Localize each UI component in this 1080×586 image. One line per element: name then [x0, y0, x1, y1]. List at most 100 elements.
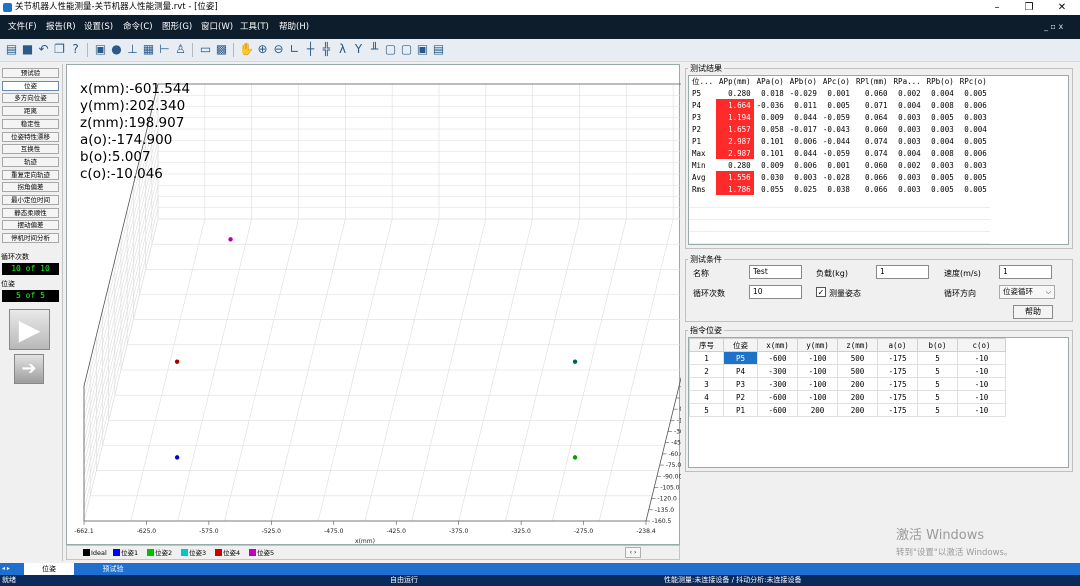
menu-graph[interactable]: 图形(G) — [162, 15, 192, 39]
commands-cell[interactable]: 200 — [837, 403, 878, 417]
toolbar-camera-icon[interactable]: ▣ — [93, 42, 108, 57]
commands-cell[interactable]: -175 — [877, 403, 918, 417]
toolbar-tool-icon[interactable]: ⊢ — [157, 42, 172, 57]
commands-row[interactable]: 5 P1 -600 200 200 -175 5 -10 — [689, 403, 1006, 417]
toolbar-new-icon[interactable]: ▤ — [4, 42, 19, 57]
commands-cell[interactable]: 5 — [917, 351, 958, 365]
toolbar-y-icon[interactable]: Y — [351, 42, 366, 57]
nav-button-11[interactable]: 静态柔顺性 — [2, 207, 59, 218]
toolbar-globe-icon[interactable]: ● — [109, 42, 124, 57]
legend-item[interactable]: 位姿5 — [249, 548, 274, 558]
nav-button-1[interactable]: 位姿 — [2, 80, 59, 91]
tab-pretest[interactable]: 预试验 — [88, 563, 138, 575]
menu-report[interactable]: 报告(R) — [46, 15, 76, 39]
commands-cell[interactable]: -100 — [797, 364, 838, 378]
commands-cell[interactable]: 200 — [797, 403, 838, 417]
results-table-container[interactable]: 位... APp(mm) APa(o) APb(o) APc(o) RPl(mm) RPa.… — [688, 75, 1069, 245]
legend-checkbox[interactable] — [181, 548, 188, 556]
toolbar-hand-icon[interactable]: ✋ — [239, 42, 254, 57]
legend-item[interactable]: 位姿4 — [215, 548, 240, 558]
commands-cell[interactable]: P2 — [723, 390, 758, 404]
nav-button-10[interactable]: 最小定位时间 — [2, 195, 59, 205]
legend-checkbox[interactable] — [215, 548, 222, 556]
menu-window[interactable]: 窗口(W) — [201, 15, 233, 39]
commands-cell[interactable]: -175 — [877, 351, 918, 365]
commands-cell[interactable]: -175 — [877, 390, 918, 404]
commands-cell[interactable]: 2 — [689, 364, 724, 378]
commands-cell[interactable]: -10 — [957, 364, 1006, 378]
commands-cell[interactable]: P5 — [723, 351, 758, 365]
tab-pose[interactable]: 位姿 — [24, 563, 74, 575]
commands-cell[interactable]: P3 — [723, 377, 758, 391]
commands-row[interactable]: 4 P2 -600 -100 200 -175 5 -10 — [689, 390, 1006, 404]
toolbar-list-icon[interactable]: ▤ — [431, 42, 446, 57]
nav-button-13[interactable]: 停机时间分析 — [2, 233, 59, 244]
help-button[interactable]: 帮助 — [1013, 305, 1053, 319]
menu-command[interactable]: 命令(C) — [123, 15, 153, 39]
measure-pose-checkbox[interactable]: ✓ — [816, 287, 826, 297]
commands-cell[interactable]: -175 — [877, 364, 918, 378]
toolbar-lambda-icon[interactable]: λ — [335, 42, 350, 57]
toolbar-bar-icon[interactable]: ╨ — [367, 42, 382, 57]
legend-item[interactable]: 位姿1 — [113, 548, 138, 558]
legend-item[interactable]: Ideal — [83, 548, 107, 558]
maximize-button[interactable]: ❐ — [1014, 0, 1044, 15]
commands-cell[interactable]: 3 — [689, 377, 724, 391]
commands-cell[interactable]: -10 — [957, 377, 1006, 391]
legend-scroll[interactable]: ‹ › — [625, 547, 641, 558]
commands-cell[interactable]: 4 — [689, 390, 724, 404]
load-input[interactable]: 1 — [876, 265, 929, 279]
cycles-input[interactable]: 10 — [749, 285, 802, 299]
toolbar-cross-icon[interactable]: ┼ — [303, 42, 318, 57]
toolbar-axis-icon[interactable]: ⊥ — [125, 42, 140, 57]
legend-checkbox[interactable] — [147, 548, 154, 556]
toolbar-image-icon[interactable]: ▭ — [198, 42, 213, 57]
legend-item[interactable]: 位姿3 — [181, 548, 206, 558]
mdi-window-controls[interactable]: _ ▫ x — [1044, 15, 1063, 39]
toolbar-chart-icon[interactable]: ▩ — [214, 42, 229, 57]
menu-settings[interactable]: 设置(S) — [84, 15, 113, 39]
legend-item[interactable]: 位姿2 — [147, 548, 172, 558]
nav-button-8[interactable]: 重复定向轨迹 — [2, 169, 59, 180]
commands-cell[interactable]: P1 — [723, 403, 758, 417]
commands-cell[interactable]: 5 — [917, 390, 958, 404]
play-button[interactable]: ▶ — [9, 309, 50, 350]
commands-cell[interactable]: -10 — [957, 351, 1006, 365]
speed-input[interactable]: 1 — [999, 265, 1052, 279]
commands-cell[interactable]: 200 — [837, 390, 878, 404]
commands-cell[interactable]: -10 — [957, 390, 1006, 404]
commands-row[interactable]: 1 P5 -600 -100 500 -175 5 -10 — [689, 351, 1006, 365]
toolbar-copy-icon[interactable]: ❐ — [52, 42, 67, 57]
commands-cell[interactable]: 5 — [689, 403, 724, 417]
toolbar-window2-icon[interactable]: ▢ — [399, 42, 414, 57]
nav-button-2[interactable]: 多方向位姿 — [2, 93, 59, 104]
commands-cell[interactable]: P4 — [723, 364, 758, 378]
commands-cell[interactable]: 500 — [837, 351, 878, 365]
toolbar-window-icon[interactable]: ▢ — [383, 42, 398, 57]
commands-cell[interactable]: -175 — [877, 377, 918, 391]
minimize-button[interactable]: – — [982, 0, 1012, 15]
next-button[interactable]: ➔ — [14, 354, 44, 384]
toolbar-zoom-out-icon[interactable]: ⊖ — [271, 42, 286, 57]
commands-cell[interactable]: -600 — [757, 351, 798, 365]
direction-select[interactable]: 位姿循环 ⌵ — [999, 285, 1055, 299]
toolbar-cross-dots-icon[interactable]: ╬ — [319, 42, 334, 57]
legend-checkbox[interactable] — [113, 548, 120, 556]
commands-cell[interactable]: 1 — [689, 351, 724, 365]
commands-cell[interactable]: 500 — [837, 364, 878, 378]
toolbar-undo-icon[interactable]: ↶ — [36, 42, 51, 57]
commands-cell[interactable]: -10 — [957, 403, 1006, 417]
commands-cell[interactable]: -600 — [757, 390, 798, 404]
commands-cell[interactable]: -300 — [757, 364, 798, 378]
commands-table-container[interactable]: 序号 位姿 x(mm) y(mm) z(mm) a(o) b(o) c(o) 1 P5 -600-… — [688, 337, 1069, 468]
toolbar-corner-icon[interactable]: ∟ — [287, 42, 302, 57]
nav-button-3[interactable]: 距离 — [2, 106, 59, 117]
commands-cell[interactable]: -100 — [797, 351, 838, 365]
commands-cell[interactable]: 5 — [917, 364, 958, 378]
commands-cell[interactable]: -100 — [797, 390, 838, 404]
legend-checkbox[interactable] — [249, 548, 256, 556]
nav-button-6[interactable]: 互换性 — [2, 144, 59, 155]
toolbar-help-icon[interactable]: ? — [68, 42, 83, 57]
nav-button-4[interactable]: 稳定性 — [2, 118, 59, 129]
toolbar-save-box-icon[interactable]: ▣ — [415, 42, 430, 57]
